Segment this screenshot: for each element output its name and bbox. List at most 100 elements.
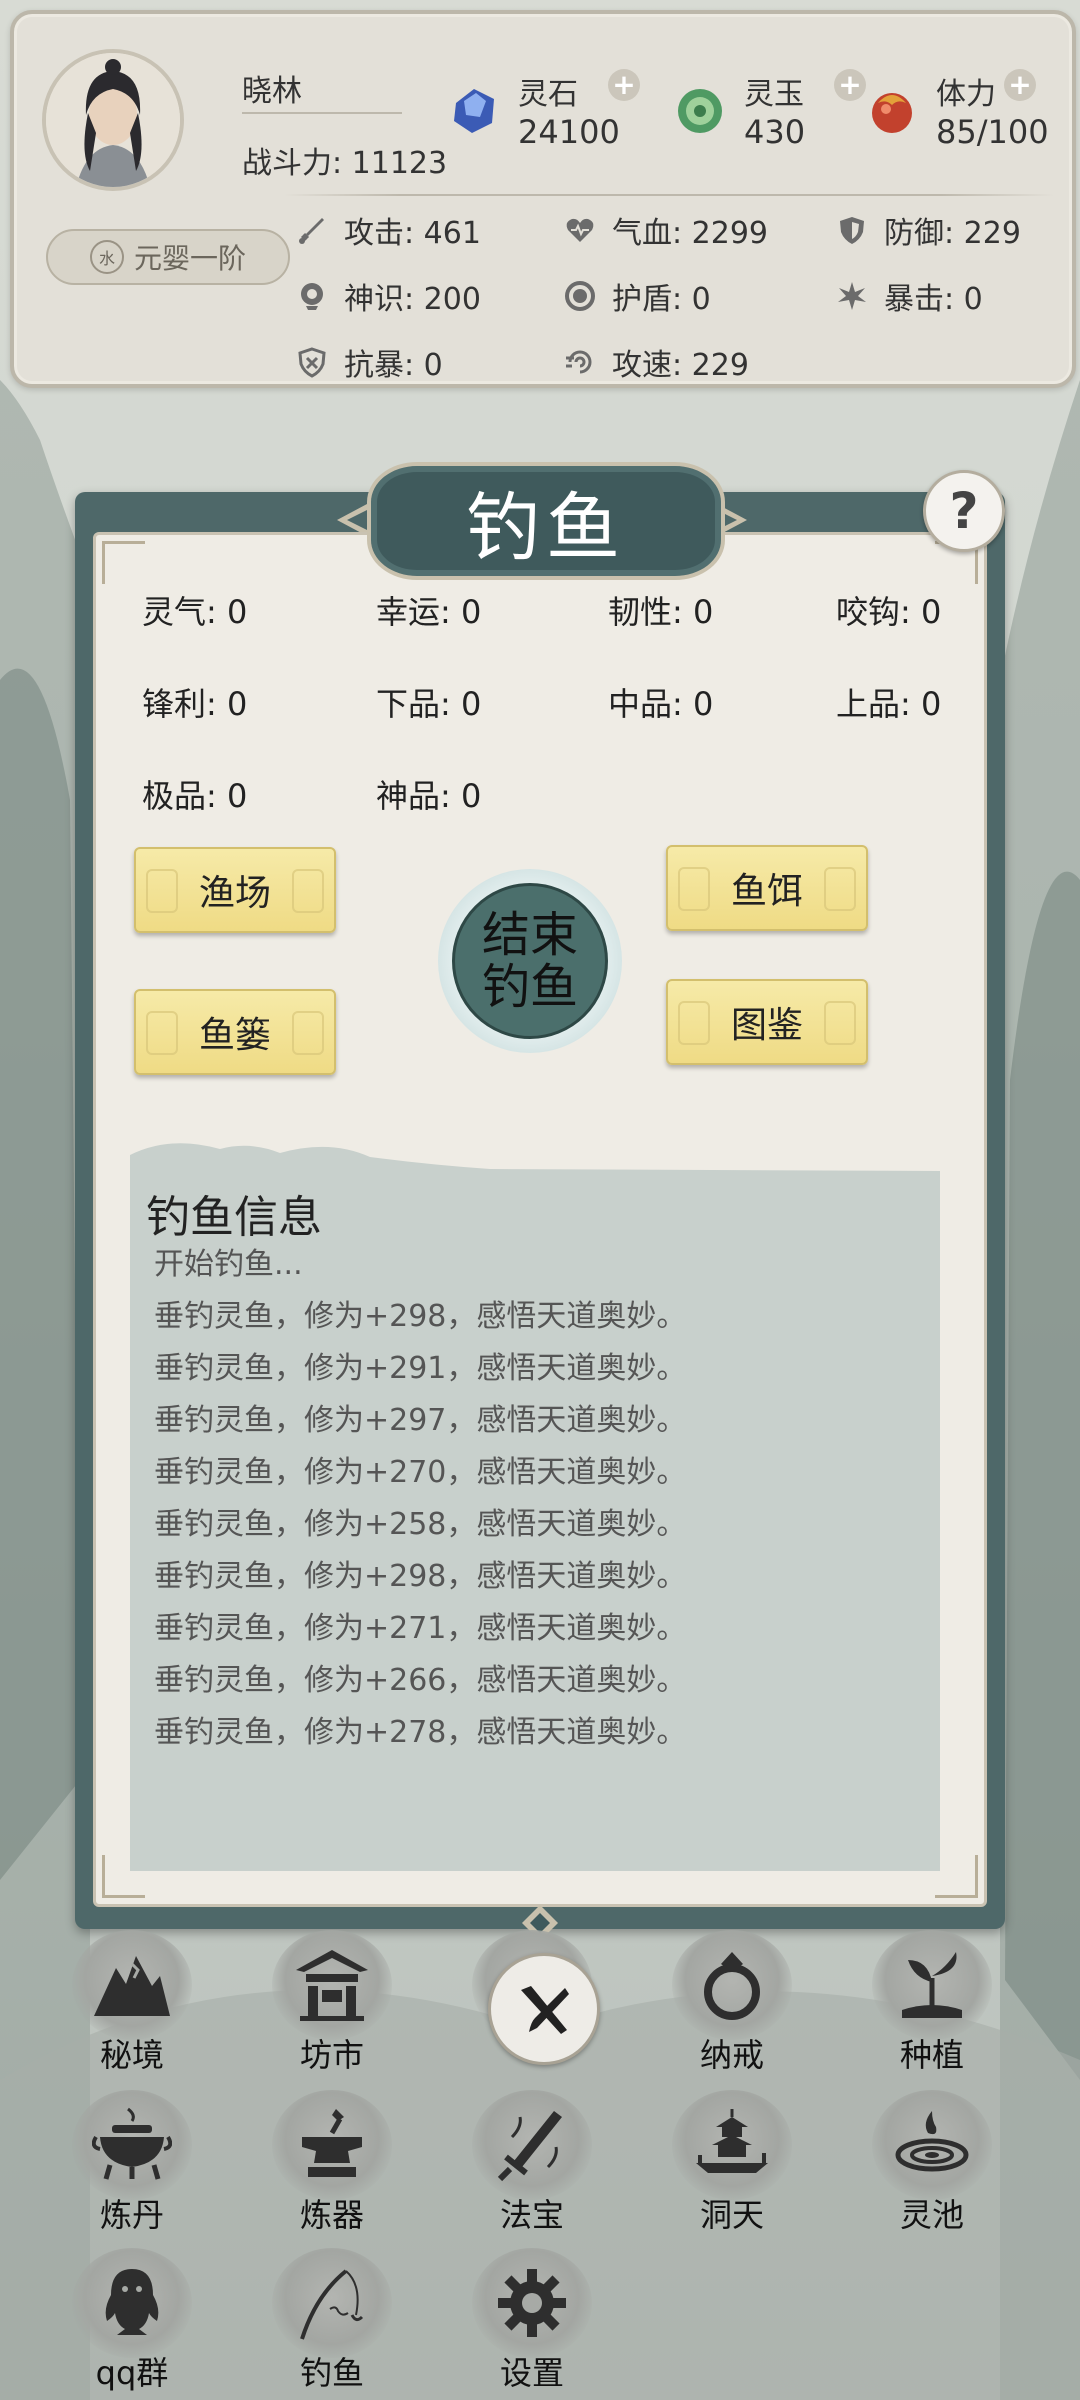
guard-shield-icon	[294, 344, 330, 380]
crossed-swords-icon	[521, 1986, 569, 2034]
menu-forge[interactable]: 炼器	[262, 2090, 402, 2240]
realm-label: 元婴一阶	[133, 242, 246, 275]
log-mountain-ridge	[130, 1143, 940, 1175]
stat-speed-text: 攻速: 229	[612, 348, 749, 383]
resource-value: 24100	[518, 113, 620, 151]
stat-shield-text: 护盾: 0	[612, 282, 711, 317]
menu-label: 种植	[899, 2036, 964, 2074]
stat-hp-text: 气血: 2299	[612, 216, 768, 251]
avatar-portrait-icon	[46, 53, 180, 187]
menu-label: 纳戒	[699, 2036, 764, 2074]
bait-button[interactable]: 鱼饵	[666, 845, 868, 931]
log-line: 垂钓灵鱼，修为+291，感悟天道奥妙。	[154, 1351, 687, 1386]
fishing-ground-button[interactable]: 渔场	[134, 847, 336, 933]
player-status-header: 水 元婴一阶 晓林 战斗力: 11123 灵石 24100 + 灵玉 430 +…	[10, 10, 1076, 388]
plant-sprout-icon	[872, 1930, 992, 2040]
spirit-sense-icon	[294, 278, 330, 314]
market-pavilion-icon	[272, 1930, 392, 2040]
panel-title: 钓鱼	[367, 462, 725, 580]
menu-label: 洞天	[699, 2196, 764, 2234]
attr-toughness: 韧性: 0	[608, 593, 714, 631]
magic-sword-icon	[472, 2090, 592, 2200]
stat-crit: 暴击: 0	[834, 276, 983, 317]
log-title: 钓鱼信息	[146, 1192, 322, 1243]
creel-button[interactable]: 鱼篓	[134, 989, 336, 1075]
name-divider	[242, 112, 402, 114]
stat-crit-resist: 抗暴: 0	[294, 342, 443, 383]
attr-luck: 幸运: 0	[376, 593, 482, 631]
attr-divine-grade: 神品: 0	[376, 777, 482, 815]
stat-crit-text: 暴击: 0	[884, 282, 983, 317]
fishing-rod-icon	[272, 2248, 392, 2358]
corner-ornament	[935, 1855, 978, 1898]
heart-icon	[562, 212, 598, 248]
log-line: 垂钓灵鱼，修为+278，感悟天道奥妙。	[154, 1715, 687, 1750]
menu-settings[interactable]: 设置	[462, 2248, 602, 2398]
menu-label: 钓鱼	[299, 2354, 364, 2392]
end-fishing-line1: 结束	[481, 907, 578, 963]
spirit-pool-icon	[872, 2090, 992, 2200]
log-line: 垂钓灵鱼，修为+298，感悟天道奥妙。	[154, 1559, 687, 1594]
corner-ornament	[102, 541, 145, 584]
fishing-panel: 钓鱼 ? 灵气: 0 幸运: 0 韧性: 0 咬钩: 0 锋利: 0 下品: 0…	[75, 462, 1005, 1941]
burst-icon	[834, 278, 870, 314]
menu-planting[interactable]: 种植	[862, 1930, 1002, 2080]
resource-stamina: 体力 85/100 +	[864, 69, 1054, 159]
add-stamina-button[interactable]: +	[1004, 69, 1036, 101]
stat-speed: 攻速: 229	[562, 342, 749, 383]
player-avatar[interactable]	[42, 49, 184, 191]
player-name: 晓林	[242, 74, 302, 109]
attr-supreme-grade: 极品: 0	[142, 777, 248, 815]
log-line: 垂钓灵鱼，修为+297，感悟天道奥妙。	[154, 1403, 687, 1438]
stat-attack-text: 攻击: 461	[344, 216, 481, 251]
help-button[interactable]: ?	[923, 470, 1005, 552]
log-line: 垂钓灵鱼，修为+298，感悟天道奥妙。	[154, 1299, 687, 1334]
log-line: 垂钓灵鱼，修为+266，感悟天道奥妙。	[154, 1663, 687, 1698]
realm-badge: 水 元婴一阶	[46, 229, 290, 285]
end-fishing-line2: 钓鱼	[481, 959, 578, 1015]
resource-value: 430	[744, 113, 806, 151]
menu-qq-group[interactable]: qq群	[62, 2248, 202, 2398]
stat-sense-text: 神识: 200	[344, 282, 481, 317]
menu-label: 炼丹	[99, 2196, 164, 2234]
gear-icon	[472, 2248, 592, 2358]
alchemy-cauldron-icon	[72, 2090, 192, 2200]
menu-cave-heaven[interactable]: 洞天	[662, 2090, 802, 2240]
header-divider	[284, 194, 1054, 196]
shield-icon	[834, 212, 870, 248]
stat-attack: 攻击: 461	[294, 210, 481, 251]
resource-label: 体力	[936, 77, 996, 112]
stat-hp: 气血: 2299	[562, 210, 768, 251]
menu-storage-ring[interactable]: 纳戒	[662, 1930, 802, 2080]
resource-label: 灵玉	[744, 77, 804, 112]
menu-label: 秘境	[99, 2036, 164, 2074]
resource-label: 灵石	[518, 77, 578, 112]
menu-alchemy[interactable]: 炼丹	[62, 2090, 202, 2240]
fishing-log: 钓鱼信息 开始钓鱼... 垂钓灵鱼，修为+298，感悟天道奥妙。 垂钓灵鱼，修为…	[130, 1171, 940, 1871]
attr-spirit: 灵气: 0	[142, 593, 248, 631]
stat-defense: 防御: 229	[834, 210, 1021, 251]
swift-spiral-icon	[562, 344, 598, 380]
log-line: 垂钓灵鱼，修为+270，感悟天道奥妙。	[154, 1455, 687, 1490]
menu-label: 法宝	[499, 2196, 564, 2234]
barrier-ring-icon	[562, 278, 598, 314]
add-spirit-stone-button[interactable]: +	[608, 69, 640, 101]
menu-treasure[interactable]: 法宝	[462, 2090, 602, 2240]
menu-market[interactable]: 坊市	[262, 1930, 402, 2080]
menu-spirit-pool[interactable]: 灵池	[862, 2090, 1002, 2240]
blue-crystal-icon	[454, 89, 494, 133]
stat-crit-resist-text: 抗暴: 0	[344, 348, 443, 383]
combat-power: 战斗力: 11123	[242, 146, 448, 181]
menu-label: 炼器	[299, 2196, 364, 2234]
menu-fishing[interactable]: 钓鱼	[262, 2248, 402, 2398]
end-fishing-button[interactable]: 结束 钓鱼	[438, 869, 622, 1053]
combat-toggle-button[interactable]	[488, 1953, 600, 2065]
attr-sharpness: 锋利: 0	[142, 685, 248, 723]
stat-shield: 护盾: 0	[562, 276, 711, 317]
catalog-button[interactable]: 图鉴	[666, 979, 868, 1065]
stat-defense-text: 防御: 229	[884, 216, 1021, 251]
log-line: 垂钓灵鱼，修为+271，感悟天道奥妙。	[154, 1611, 687, 1646]
menu-secret-realm[interactable]: 秘境	[62, 1930, 202, 2080]
add-spirit-jade-button[interactable]: +	[834, 69, 866, 101]
end-fishing-label: 结束 钓鱼	[452, 883, 608, 1039]
